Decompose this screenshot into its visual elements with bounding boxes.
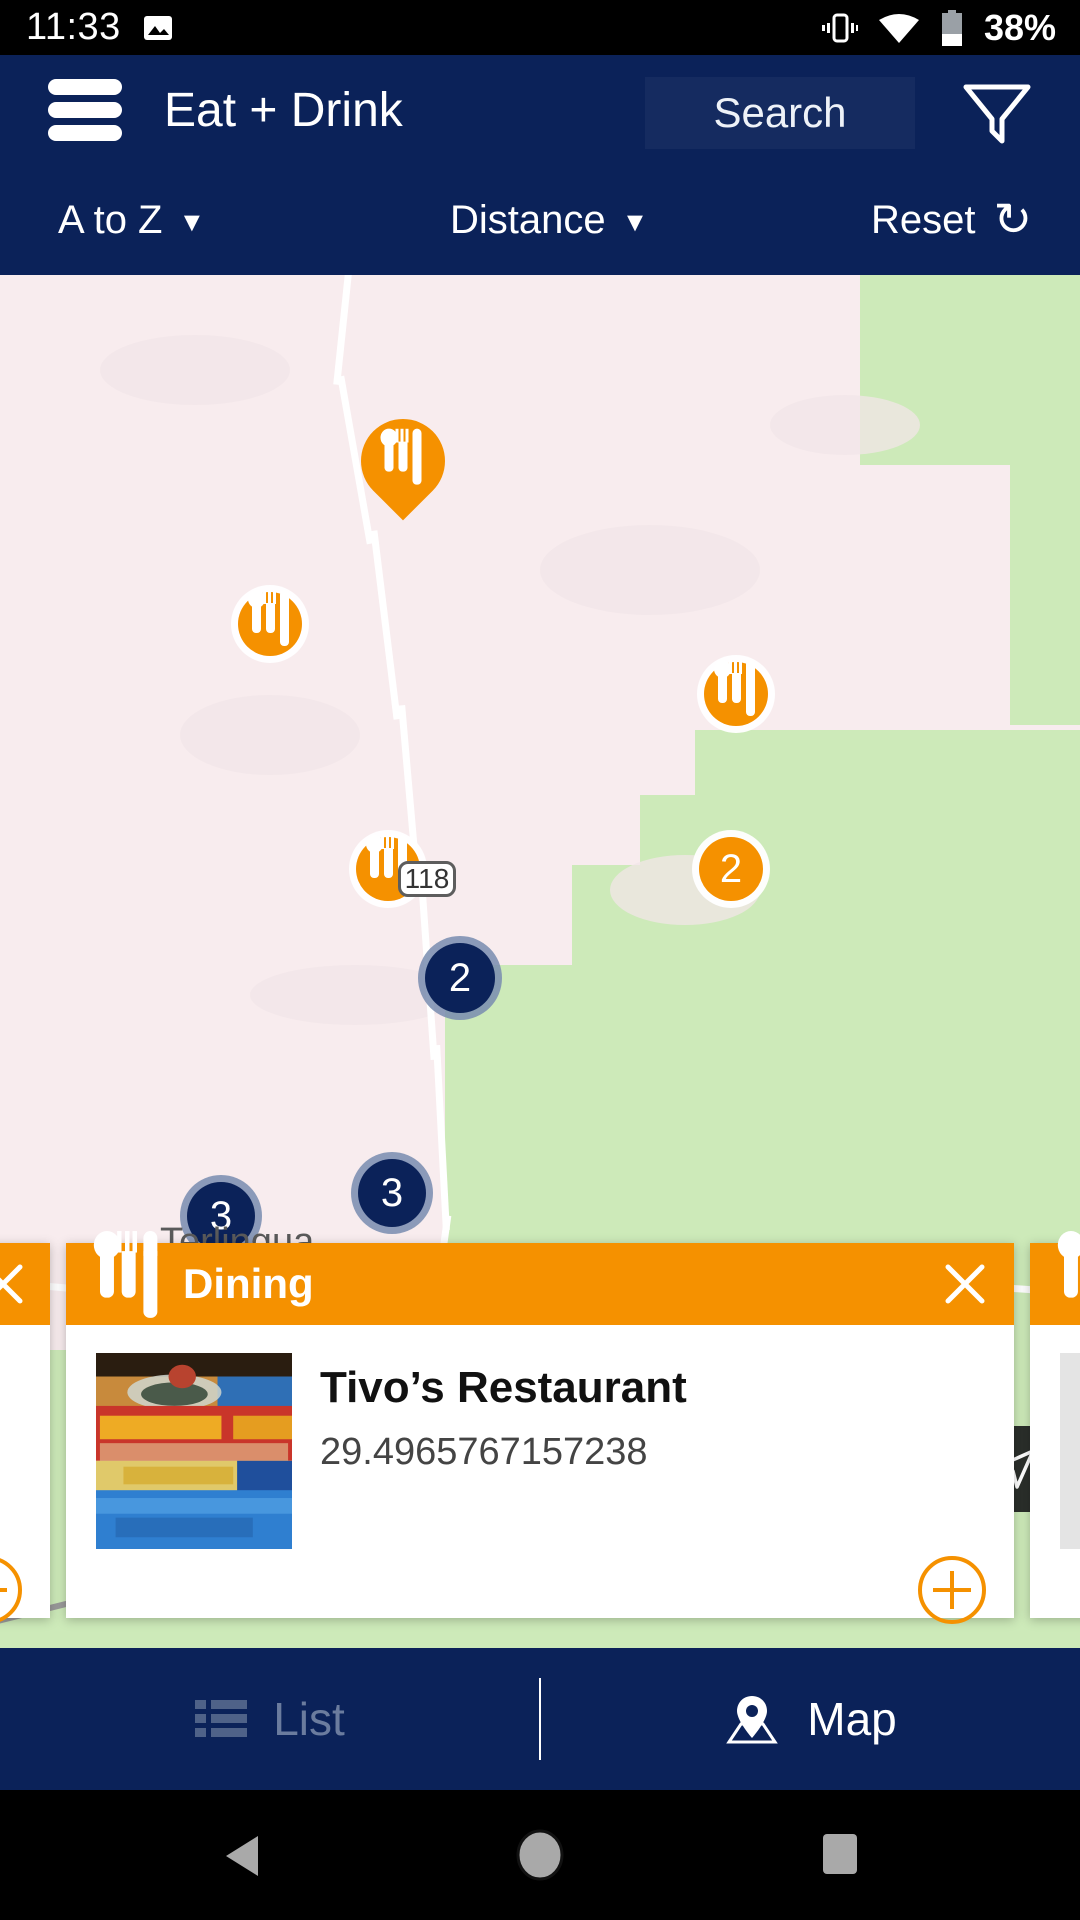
refresh-icon: ↻: [993, 193, 1032, 245]
sort-alphabetical-label: A to Z: [58, 197, 163, 242]
back-triangle-icon[interactable]: [218, 1832, 264, 1885]
nav-divider: [539, 1678, 541, 1760]
poi-thumbnail-placeholder: [1060, 1353, 1080, 1549]
status-bar-clock: 11:33: [26, 6, 121, 48]
vibrate-icon: [821, 13, 858, 42]
map-marker-dining[interactable]: [238, 589, 302, 656]
nav-tab-map-label: Map: [807, 1693, 897, 1745]
android-navigation-bar: [0, 1790, 1080, 1920]
sort-alphabetical-button[interactable]: A to Z ▼: [58, 165, 205, 275]
search-input[interactable]: Search: [645, 77, 915, 149]
map-marker-dining[interactable]: [704, 659, 768, 726]
nav-tab-map[interactable]: Map: [540, 1648, 1080, 1790]
image-icon: [143, 15, 173, 41]
card-header: [0, 1243, 50, 1325]
highway-shield-label: 118: [404, 863, 450, 894]
search-placeholder-label: Search: [713, 89, 847, 136]
battery-icon: [941, 9, 962, 46]
nav-tab-list[interactable]: List: [0, 1648, 540, 1790]
terrain-texture: [770, 395, 920, 455]
app-bar: Eat + Drink Search: [0, 55, 1080, 165]
cutlery-icon: [247, 589, 289, 646]
card-body: Tivo’s Restaurant 29.4965767157238: [66, 1325, 1014, 1648]
reset-button[interactable]: Reset ↻: [871, 165, 1032, 275]
cluster-count-label: 3: [380, 1170, 404, 1215]
road-line: [370, 530, 401, 720]
cluster-count-label: 2: [719, 846, 743, 891]
cutlery-icon: [713, 659, 755, 716]
terrain-texture: [100, 335, 290, 405]
poi-card-previous[interactable]: [0, 1243, 50, 1624]
cutlery-icon: [93, 1230, 158, 1318]
close-icon[interactable]: [0, 1261, 26, 1307]
page-title: Eat + Drink: [164, 83, 403, 137]
poi-card-carousel[interactable]: Dining Tivo’s Restaurant 29.496576715723…: [0, 1230, 1080, 1648]
cluster-count-label: 2: [448, 955, 472, 1000]
chevron-down-icon: ▼: [621, 206, 649, 237]
card-header: [1030, 1230, 1080, 1325]
reset-label: Reset: [870, 197, 976, 242]
status-bar: 11:33 38%: [0, 0, 1080, 55]
sort-distance-label: Distance: [450, 197, 606, 242]
card-category-label: Dining: [183, 1260, 314, 1307]
terrain-texture: [180, 695, 360, 775]
battery-percent-label: 38%: [983, 6, 1056, 48]
add-plus-icon[interactable]: [918, 1556, 986, 1624]
cutlery-icon: [384, 441, 422, 485]
home-circle-icon[interactable]: [514, 1828, 566, 1887]
card-body: [0, 1325, 50, 1648]
map-pin-icon: [726, 1696, 779, 1744]
highway-shield: 118: [398, 861, 456, 897]
poi-distance: 29.4965767157238: [320, 1431, 648, 1473]
poi-name: Tivo’s Restaurant: [320, 1363, 687, 1412]
phone-screen: 11:33 38% Eat + Drink Search A to Z ▼ Di…: [0, 0, 1080, 1920]
chevron-down-icon: ▼: [178, 206, 206, 237]
funnel-filter-icon[interactable]: [962, 83, 1032, 145]
card-body: [1030, 1325, 1080, 1648]
sort-distance-button[interactable]: Distance ▼: [450, 165, 648, 275]
wifi-icon: [878, 13, 919, 43]
map-cluster-marker[interactable]: 2: [699, 837, 763, 901]
bottom-navigation: List Map: [0, 1648, 1080, 1790]
hamburger-menu-icon[interactable]: [48, 79, 122, 141]
add-plus-icon[interactable]: [0, 1556, 22, 1624]
cutlery-icon: [1057, 1230, 1080, 1318]
poi-thumbnail[interactable]: [96, 1353, 292, 1549]
close-icon[interactable]: [942, 1261, 988, 1307]
poi-card-active[interactable]: Dining Tivo’s Restaurant 29.496576715723…: [66, 1230, 1014, 1624]
card-text-block: Tivo’s Restaurant 29.4965767157238: [320, 1353, 687, 1620]
map-cluster-marker[interactable]: 3: [358, 1159, 426, 1227]
recents-square-icon[interactable]: [820, 1832, 860, 1881]
terrain-texture: [540, 525, 760, 615]
sort-filter-bar: A to Z ▼ Distance ▼ Reset ↻: [0, 165, 1080, 275]
park-area: [1010, 425, 1080, 725]
poi-card-next[interactable]: [1030, 1230, 1080, 1618]
nav-tab-list-label: List: [273, 1693, 345, 1745]
list-icon: [195, 1700, 248, 1737]
map-cluster-marker[interactable]: 2: [425, 943, 495, 1013]
status-bar-icons: 38%: [821, 6, 1056, 49]
card-header: Dining: [66, 1230, 1014, 1325]
road-line: [333, 275, 354, 386]
